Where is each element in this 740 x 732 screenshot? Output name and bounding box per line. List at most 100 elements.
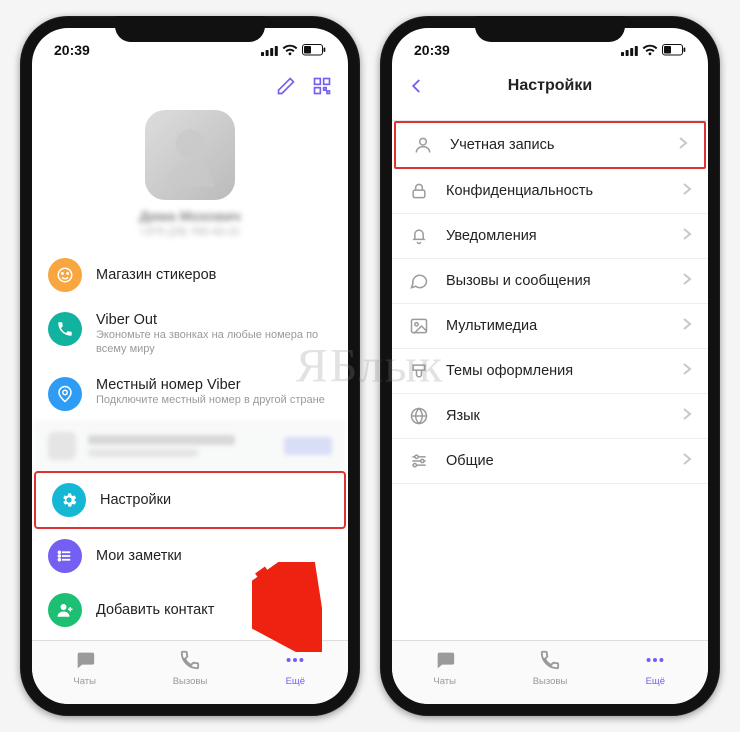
phone-icon [48, 312, 82, 346]
tab-calls[interactable]: Вызовы [497, 641, 602, 694]
srow-title: Темы оформления [446, 363, 666, 379]
brush-icon [408, 361, 430, 381]
tab-label: Вызовы [173, 676, 208, 687]
tab-calls[interactable]: Вызовы [137, 641, 242, 694]
chat-icon [408, 271, 430, 291]
chat-bubble-icon [434, 649, 456, 674]
status-icons [621, 44, 686, 56]
more-icon [644, 649, 666, 674]
row-viber-out[interactable]: Viber Out Экономьте на звонках на любые … [32, 302, 348, 367]
row-title: Добавить контакт [96, 602, 332, 618]
edit-icon[interactable] [276, 76, 296, 96]
chevron-right-icon [682, 452, 692, 471]
row-title: Местный номер Viber [96, 377, 332, 393]
srow-title: Язык [446, 408, 666, 424]
row-settings[interactable]: Настройки [34, 471, 346, 529]
cellular-icon [621, 45, 638, 56]
battery-icon [662, 44, 686, 56]
chevron-right-icon [682, 227, 692, 246]
srow-media[interactable]: Мультимедиа [392, 304, 708, 349]
tab-bar: Чаты Вызовы Ещё [392, 640, 708, 704]
phone-icon [539, 649, 561, 674]
row-title: Мои заметки [96, 548, 332, 564]
globe-pin-icon [48, 377, 82, 411]
status-icons [261, 44, 326, 56]
chevron-right-icon [682, 362, 692, 381]
nav-bar [32, 66, 348, 106]
qr-icon[interactable] [312, 76, 332, 96]
chevron-right-icon [678, 136, 688, 155]
srow-themes[interactable]: Темы оформления [392, 349, 708, 394]
cellular-icon [261, 45, 278, 56]
tab-more[interactable]: Ещё [243, 641, 348, 694]
notch [475, 16, 625, 42]
srow-title: Мультимедиа [446, 318, 666, 334]
row-title: Магазин стикеров [96, 267, 332, 283]
row-local-number[interactable]: Местный номер Viber Подключите местный н… [32, 367, 348, 421]
back-icon[interactable] [408, 77, 426, 95]
chevron-right-icon [682, 182, 692, 201]
chat-bubble-icon [74, 649, 96, 674]
row-invite[interactable]: Пригласить в Viber [32, 637, 348, 641]
profile-block[interactable]: Дима Мохович +375 (29) 765-43-21 [32, 106, 348, 248]
more-list: Магазин стикеров Viber Out Экономьте на … [32, 248, 348, 640]
row-subtitle: Подключите местный номер в другой стране [96, 394, 332, 408]
notch [115, 16, 265, 42]
status-time: 20:39 [414, 42, 450, 58]
chevron-right-icon [682, 317, 692, 336]
tab-chats[interactable]: Чаты [32, 641, 137, 694]
face-icon [48, 258, 82, 292]
gear-icon [52, 483, 86, 517]
chevron-right-icon [682, 272, 692, 291]
tab-more[interactable]: Ещё [603, 641, 708, 694]
profile-name: Дима Мохович [32, 208, 348, 224]
lock-icon [408, 181, 430, 201]
globe-icon [408, 406, 430, 426]
tab-label: Вызовы [533, 676, 568, 687]
add-user-icon [48, 593, 82, 627]
srow-calls-msgs[interactable]: Вызовы и сообщения [392, 259, 708, 304]
srow-language[interactable]: Язык [392, 394, 708, 439]
status-time: 20:39 [54, 42, 90, 58]
tab-label: Ещё [286, 676, 305, 687]
more-icon [284, 649, 306, 674]
profile-phone: +375 (29) 765-43-21 [32, 226, 348, 238]
screen-right: 20:39 Настройки [392, 28, 708, 704]
srow-title: Учетная запись [450, 137, 662, 153]
srow-notifications[interactable]: Уведомления [392, 214, 708, 259]
page-title: Настройки [392, 77, 708, 95]
srow-title: Уведомления [446, 228, 666, 244]
phone-icon [179, 649, 201, 674]
row-my-notes[interactable]: Мои заметки [32, 529, 348, 583]
chevron-right-icon [682, 407, 692, 426]
row-add-contact[interactable]: Добавить контакт [32, 583, 348, 637]
user-icon [412, 135, 434, 155]
tab-label: Чаты [73, 676, 96, 687]
srow-account[interactable]: Учетная запись [394, 121, 706, 169]
tab-label: Чаты [433, 676, 456, 687]
row-title: Настройки [100, 492, 328, 508]
battery-icon [302, 44, 326, 56]
tab-bar: Чаты Вызовы Ещё [32, 640, 348, 704]
settings-content: Учетная запись Конфиденциальность Уведом… [392, 106, 708, 640]
ad-banner[interactable] [34, 421, 346, 471]
sliders-icon [408, 451, 430, 471]
image-icon [408, 316, 430, 336]
phone-frame-left: 20:39 [20, 16, 360, 716]
srow-title: Общие [446, 453, 666, 469]
list-icon [48, 539, 82, 573]
tab-chats[interactable]: Чаты [392, 641, 497, 694]
bell-icon [408, 226, 430, 246]
row-subtitle: Экономьте на звонках на любые номера по … [96, 329, 332, 357]
phone-frame-right: 20:39 Настройки [380, 16, 720, 716]
srow-title: Вызовы и сообщения [446, 273, 666, 289]
srow-title: Конфиденциальность [446, 183, 666, 199]
srow-general[interactable]: Общие [392, 439, 708, 484]
srow-privacy[interactable]: Конфиденциальность [392, 169, 708, 214]
wifi-icon [642, 44, 658, 56]
row-sticker-market[interactable]: Магазин стикеров [32, 248, 348, 302]
row-title: Viber Out [96, 312, 332, 328]
tab-label: Ещё [646, 676, 665, 687]
avatar[interactable] [145, 110, 235, 200]
nav-bar: Настройки [392, 66, 708, 106]
